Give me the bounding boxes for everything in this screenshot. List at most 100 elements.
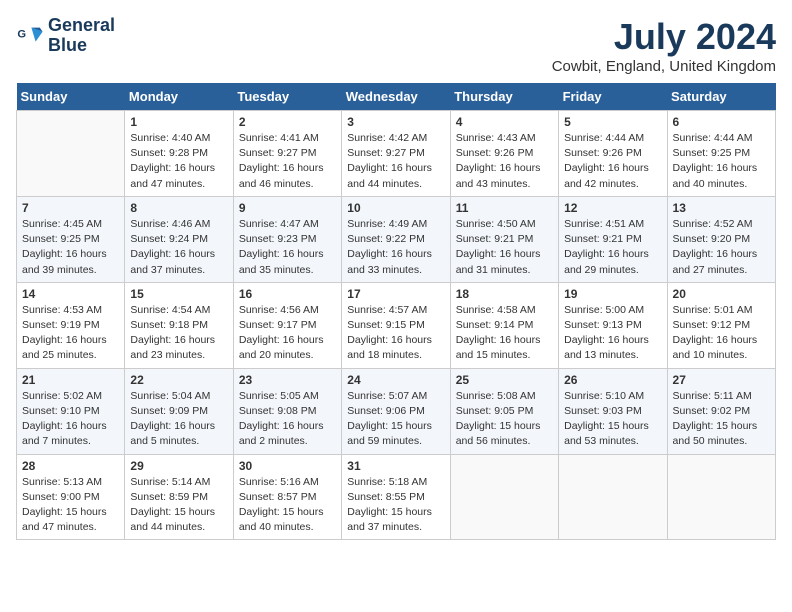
day-number: 21 — [22, 373, 119, 387]
svg-text:G: G — [17, 28, 26, 40]
calendar-cell: 16Sunrise: 4:56 AMSunset: 9:17 PMDayligh… — [233, 282, 341, 368]
logo-icon: G — [16, 22, 44, 50]
calendar-cell: 28Sunrise: 5:13 AMSunset: 9:00 PMDayligh… — [17, 454, 125, 540]
day-info: Sunrise: 4:41 AMSunset: 9:27 PMDaylight:… — [239, 131, 336, 192]
header-sunday: Sunday — [17, 83, 125, 111]
day-number: 30 — [239, 459, 336, 473]
calendar-cell: 5 Sunrise: 4:44 AMSunset: 9:26 PMDaylight… — [559, 111, 667, 197]
day-number: 23 — [239, 373, 336, 387]
day-number: 5 — [564, 115, 661, 129]
day-info: Sunrise: 4:45 AMSunset: 9:25 PMDaylight:… — [22, 217, 119, 278]
title-area: July 2024 Cowbit, England, United Kingdo… — [552, 16, 776, 75]
day-info: Sunrise: 4:50 AMSunset: 9:21 PMDaylight:… — [456, 217, 553, 278]
calendar-cell: 20 Sunrise: 5:01 AMSunset: 9:12 PMDayligh… — [667, 282, 775, 368]
day-info: Sunrise: 5:05 AMSunset: 9:08 PMDaylight:… — [239, 389, 336, 450]
day-info: Sunrise: 4:51 AMSunset: 9:21 PMDaylight:… — [564, 217, 661, 278]
calendar-table: SundayMondayTuesdayWednesdayThursdayFrid… — [16, 83, 776, 540]
day-info: Sunrise: 4:44 AMSunset: 9:26 PMDaylight:… — [564, 131, 661, 192]
day-info: Sunrise: 4:46 AMSunset: 9:24 PMDaylight:… — [130, 217, 227, 278]
calendar-week-1: 1 Sunrise: 4:40 AMSunset: 9:28 PMDaylight… — [17, 111, 776, 197]
day-number: 18 — [456, 287, 553, 301]
day-info: Sunrise: 4:53 AMSunset: 9:19 PMDaylight:… — [22, 303, 119, 364]
calendar-cell: 29 Sunrise: 5:14 AMSunset: 8:59 PMDayligh… — [125, 454, 233, 540]
calendar-cell: 3Sunrise: 4:42 AMSunset: 9:27 PMDaylight… — [342, 111, 450, 197]
day-number: 26 — [564, 373, 661, 387]
calendar-cell: 23 Sunrise: 5:05 AMSunset: 9:08 PMDayligh… — [233, 368, 341, 454]
calendar-cell: 11 Sunrise: 4:50 AMSunset: 9:21 PMDayligh… — [450, 196, 558, 282]
day-info: Sunrise: 5:02 AMSunset: 9:10 PMDaylight:… — [22, 389, 119, 450]
header-monday: Monday — [125, 83, 233, 111]
calendar-cell: 13 Sunrise: 4:52 AMSunset: 9:20 PMDayligh… — [667, 196, 775, 282]
calendar-cell: 4 Sunrise: 4:43 AMSunset: 9:26 PMDaylight… — [450, 111, 558, 197]
logo-text: General Blue — [48, 16, 115, 56]
calendar-week-3: 14Sunrise: 4:53 AMSunset: 9:19 PMDayligh… — [17, 282, 776, 368]
day-number: 16 — [239, 287, 336, 301]
calendar-week-4: 21 Sunrise: 5:02 AMSunset: 9:10 PMDayligh… — [17, 368, 776, 454]
day-info: Sunrise: 5:08 AMSunset: 9:05 PMDaylight:… — [456, 389, 553, 450]
calendar-cell — [450, 454, 558, 540]
calendar-cell: 8 Sunrise: 4:46 AMSunset: 9:24 PMDaylight… — [125, 196, 233, 282]
calendar-cell: 25Sunrise: 5:08 AMSunset: 9:05 PMDayligh… — [450, 368, 558, 454]
day-number: 8 — [130, 201, 227, 215]
calendar-cell: 22Sunrise: 5:04 AMSunset: 9:09 PMDayligh… — [125, 368, 233, 454]
day-info: Sunrise: 4:52 AMSunset: 9:20 PMDaylight:… — [673, 217, 770, 278]
day-number: 10 — [347, 201, 444, 215]
header-friday: Friday — [559, 83, 667, 111]
day-number: 6 — [673, 115, 770, 129]
day-number: 27 — [673, 373, 770, 387]
calendar-cell: 18 Sunrise: 4:58 AMSunset: 9:14 PMDayligh… — [450, 282, 558, 368]
day-info: Sunrise: 5:01 AMSunset: 9:12 PMDaylight:… — [673, 303, 770, 364]
day-info: Sunrise: 4:42 AMSunset: 9:27 PMDaylight:… — [347, 131, 444, 192]
day-info: Sunrise: 5:18 AMSunset: 8:55 PMDaylight:… — [347, 475, 444, 536]
header-thursday: Thursday — [450, 83, 558, 111]
day-info: Sunrise: 5:10 AMSunset: 9:03 PMDaylight:… — [564, 389, 661, 450]
calendar-cell: 24 Sunrise: 5:07 AMSunset: 9:06 PMDayligh… — [342, 368, 450, 454]
day-info: Sunrise: 4:47 AMSunset: 9:23 PMDaylight:… — [239, 217, 336, 278]
day-info: Sunrise: 4:54 AMSunset: 9:18 PMDaylight:… — [130, 303, 227, 364]
day-info: Sunrise: 4:43 AMSunset: 9:26 PMDaylight:… — [456, 131, 553, 192]
day-number: 1 — [130, 115, 227, 129]
calendar-cell: 21 Sunrise: 5:02 AMSunset: 9:10 PMDayligh… — [17, 368, 125, 454]
day-number: 4 — [456, 115, 553, 129]
header-wednesday: Wednesday — [342, 83, 450, 111]
calendar-cell: 27 Sunrise: 5:11 AMSunset: 9:02 PMDayligh… — [667, 368, 775, 454]
day-number: 22 — [130, 373, 227, 387]
location: Cowbit, England, United Kingdom — [552, 58, 776, 75]
day-number: 31 — [347, 459, 444, 473]
calendar-cell: 7Sunrise: 4:45 AMSunset: 9:25 PMDaylight… — [17, 196, 125, 282]
calendar-week-5: 28Sunrise: 5:13 AMSunset: 9:00 PMDayligh… — [17, 454, 776, 540]
calendar-cell: 15Sunrise: 4:54 AMSunset: 9:18 PMDayligh… — [125, 282, 233, 368]
day-number: 24 — [347, 373, 444, 387]
calendar-cell: 10 Sunrise: 4:49 AMSunset: 9:22 PMDayligh… — [342, 196, 450, 282]
day-info: Sunrise: 4:58 AMSunset: 9:14 PMDaylight:… — [456, 303, 553, 364]
day-number: 19 — [564, 287, 661, 301]
calendar-cell: 1 Sunrise: 4:40 AMSunset: 9:28 PMDaylight… — [125, 111, 233, 197]
day-info: Sunrise: 5:07 AMSunset: 9:06 PMDaylight:… — [347, 389, 444, 450]
day-number: 11 — [456, 201, 553, 215]
day-number: 12 — [564, 201, 661, 215]
day-info: Sunrise: 4:44 AMSunset: 9:25 PMDaylight:… — [673, 131, 770, 192]
header-saturday: Saturday — [667, 83, 775, 111]
day-info: Sunrise: 5:11 AMSunset: 9:02 PMDaylight:… — [673, 389, 770, 450]
day-info: Sunrise: 4:57 AMSunset: 9:15 PMDaylight:… — [347, 303, 444, 364]
day-info: Sunrise: 4:40 AMSunset: 9:28 PMDaylight:… — [130, 131, 227, 192]
day-info: Sunrise: 5:14 AMSunset: 8:59 PMDaylight:… — [130, 475, 227, 536]
header-tuesday: Tuesday — [233, 83, 341, 111]
day-number: 17 — [347, 287, 444, 301]
page-header: G General Blue July 2024 Cowbit, England… — [16, 16, 776, 75]
day-number: 13 — [673, 201, 770, 215]
day-info: Sunrise: 4:49 AMSunset: 9:22 PMDaylight:… — [347, 217, 444, 278]
day-number: 29 — [130, 459, 227, 473]
calendar-cell: 31 Sunrise: 5:18 AMSunset: 8:55 PMDayligh… — [342, 454, 450, 540]
day-info: Sunrise: 5:00 AMSunset: 9:13 PMDaylight:… — [564, 303, 661, 364]
calendar-cell: 9 Sunrise: 4:47 AMSunset: 9:23 PMDaylight… — [233, 196, 341, 282]
calendar-cell — [667, 454, 775, 540]
day-number: 2 — [239, 115, 336, 129]
day-number: 9 — [239, 201, 336, 215]
calendar-cell: 26 Sunrise: 5:10 AMSunset: 9:03 PMDayligh… — [559, 368, 667, 454]
calendar-cell: 12 Sunrise: 4:51 AMSunset: 9:21 PMDayligh… — [559, 196, 667, 282]
day-number: 20 — [673, 287, 770, 301]
calendar-cell: 6 Sunrise: 4:44 AMSunset: 9:25 PMDaylight… — [667, 111, 775, 197]
calendar-cell: 19 Sunrise: 5:00 AMSunset: 9:13 PMDayligh… — [559, 282, 667, 368]
calendar-cell — [559, 454, 667, 540]
